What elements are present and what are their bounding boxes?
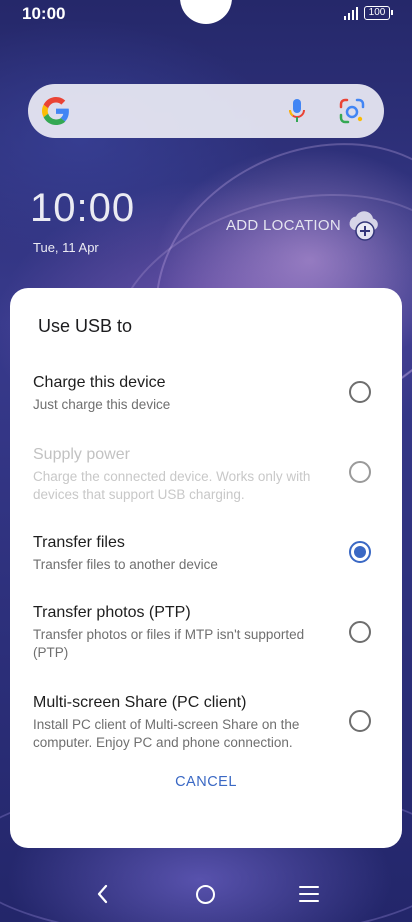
- cancel-button[interactable]: CANCEL: [10, 774, 402, 790]
- option-title: Transfer photos (PTP): [33, 604, 191, 621]
- usb-options-dialog: Use USB to Charge this device Just charg…: [10, 288, 402, 848]
- radio-button[interactable]: [349, 710, 371, 732]
- home-icon[interactable]: [196, 885, 215, 904]
- option-description: Transfer files to another device: [33, 557, 218, 572]
- cloud-add-icon[interactable]: [344, 206, 384, 242]
- status-icons: 100: [344, 6, 393, 20]
- radio-button[interactable]: [349, 621, 371, 643]
- dialog-title: Use USB to: [38, 316, 133, 336]
- option-description: Charge the connected device. Works only …: [33, 469, 311, 502]
- clock-widget-time[interactable]: 10:00: [30, 186, 135, 231]
- battery-icon: 100: [364, 6, 393, 20]
- home-screen: 10:00 100 10:00 Tue, 11 Apr ADD LOCATION…: [0, 0, 412, 922]
- option-title: Transfer files: [33, 534, 125, 551]
- google-g-logo: [42, 97, 69, 125]
- add-location-link[interactable]: ADD LOCATION: [226, 217, 341, 234]
- option-title: Multi-screen Share (PC client): [33, 694, 247, 711]
- radio-button-selected[interactable]: [349, 541, 371, 563]
- option-title: Charge this device: [33, 374, 166, 391]
- status-time: 10:00: [22, 4, 66, 23]
- google-search-bar[interactable]: [28, 84, 384, 138]
- google-lens-icon[interactable]: [339, 98, 365, 124]
- back-icon[interactable]: [92, 882, 112, 906]
- option-description: Transfer photos or files if MTP isn't su…: [33, 627, 305, 660]
- option-description: Just charge this device: [33, 397, 171, 412]
- option-title: Supply power: [33, 446, 130, 463]
- radio-button: [349, 461, 371, 483]
- camera-notch: [180, 0, 232, 24]
- radio-button[interactable]: [349, 381, 371, 403]
- option-description: Install PC client of Multi-screen Share …: [33, 717, 300, 750]
- menu-icon[interactable]: [299, 886, 319, 904]
- clock-widget-date: Tue, 11 Apr: [33, 240, 99, 255]
- signal-icon: [344, 6, 358, 20]
- microphone-icon[interactable]: [286, 98, 308, 124]
